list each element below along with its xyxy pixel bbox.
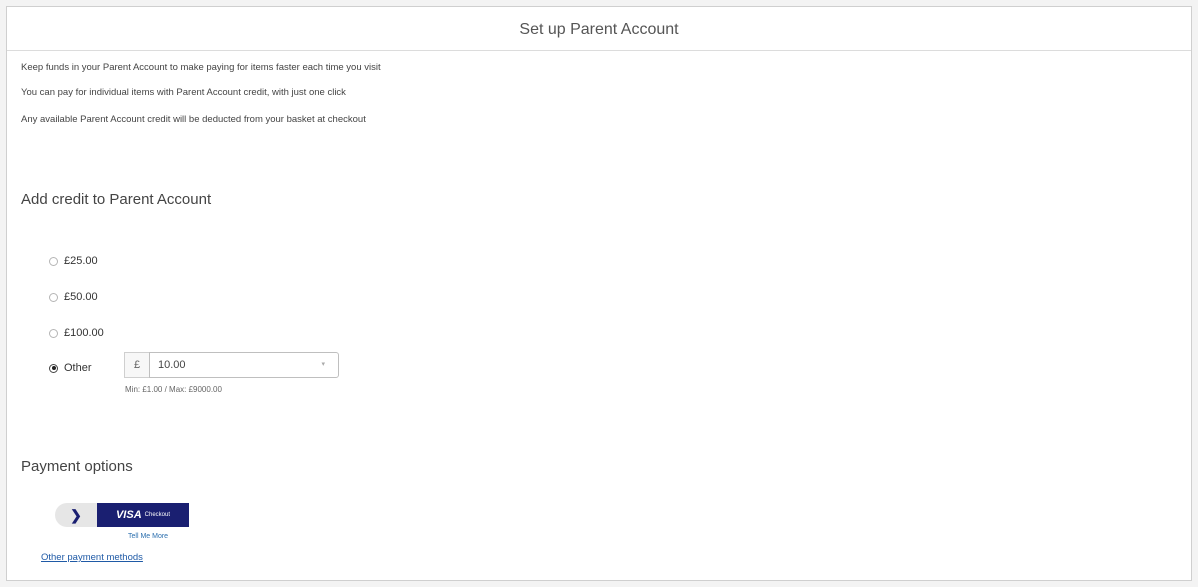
other-payment-methods-link[interactable]: Other payment methods xyxy=(41,552,143,563)
tell-me-more-link[interactable]: Tell Me More xyxy=(128,533,168,540)
other-amount-input[interactable] xyxy=(149,352,339,378)
credit-option-label: £50.00 xyxy=(64,291,98,303)
radio-button-selected[interactable] xyxy=(49,363,58,373)
radio-button[interactable] xyxy=(49,328,58,338)
visa-label: VISA xyxy=(115,509,142,521)
visa-checkout-button[interactable]: ❯ VISA Checkout xyxy=(55,503,189,527)
info-line-2: You can pay for individual items with Pa… xyxy=(21,87,346,98)
min-max-hint: Min: £1.00 / Max: £9000.00 xyxy=(125,385,222,394)
spinner-arrow-icon[interactable]: ▾ xyxy=(321,360,325,368)
visa-checkout-logo: VISA Checkout xyxy=(97,503,189,527)
credit-option-label: Other xyxy=(64,362,92,374)
credit-option-label: £100.00 xyxy=(64,327,104,339)
radio-button[interactable] xyxy=(49,256,58,266)
info-line-1: Keep funds in your Parent Account to mak… xyxy=(21,62,381,73)
credit-option-100[interactable]: £100.00 xyxy=(49,325,104,341)
credit-option-50[interactable]: £50.00 xyxy=(49,289,98,305)
parent-account-panel: Set up Parent Account Keep funds in your… xyxy=(6,6,1192,581)
radio-button[interactable] xyxy=(49,292,58,302)
currency-addon: £ xyxy=(124,352,149,378)
info-line-3: Any available Parent Account credit will… xyxy=(21,114,366,125)
credit-option-other[interactable]: Other xyxy=(49,360,92,376)
other-amount-group: £ ▾ xyxy=(124,352,339,378)
header-divider xyxy=(7,50,1191,51)
add-credit-heading: Add credit to Parent Account xyxy=(21,191,212,208)
visa-sub-label: Checkout xyxy=(144,512,171,518)
credit-option-25[interactable]: £25.00 xyxy=(49,253,98,269)
payment-options-heading: Payment options xyxy=(21,458,133,475)
chevron-right-icon: ❯ xyxy=(55,503,97,527)
page-title: Set up Parent Account xyxy=(519,21,679,38)
credit-option-label: £25.00 xyxy=(64,255,98,267)
